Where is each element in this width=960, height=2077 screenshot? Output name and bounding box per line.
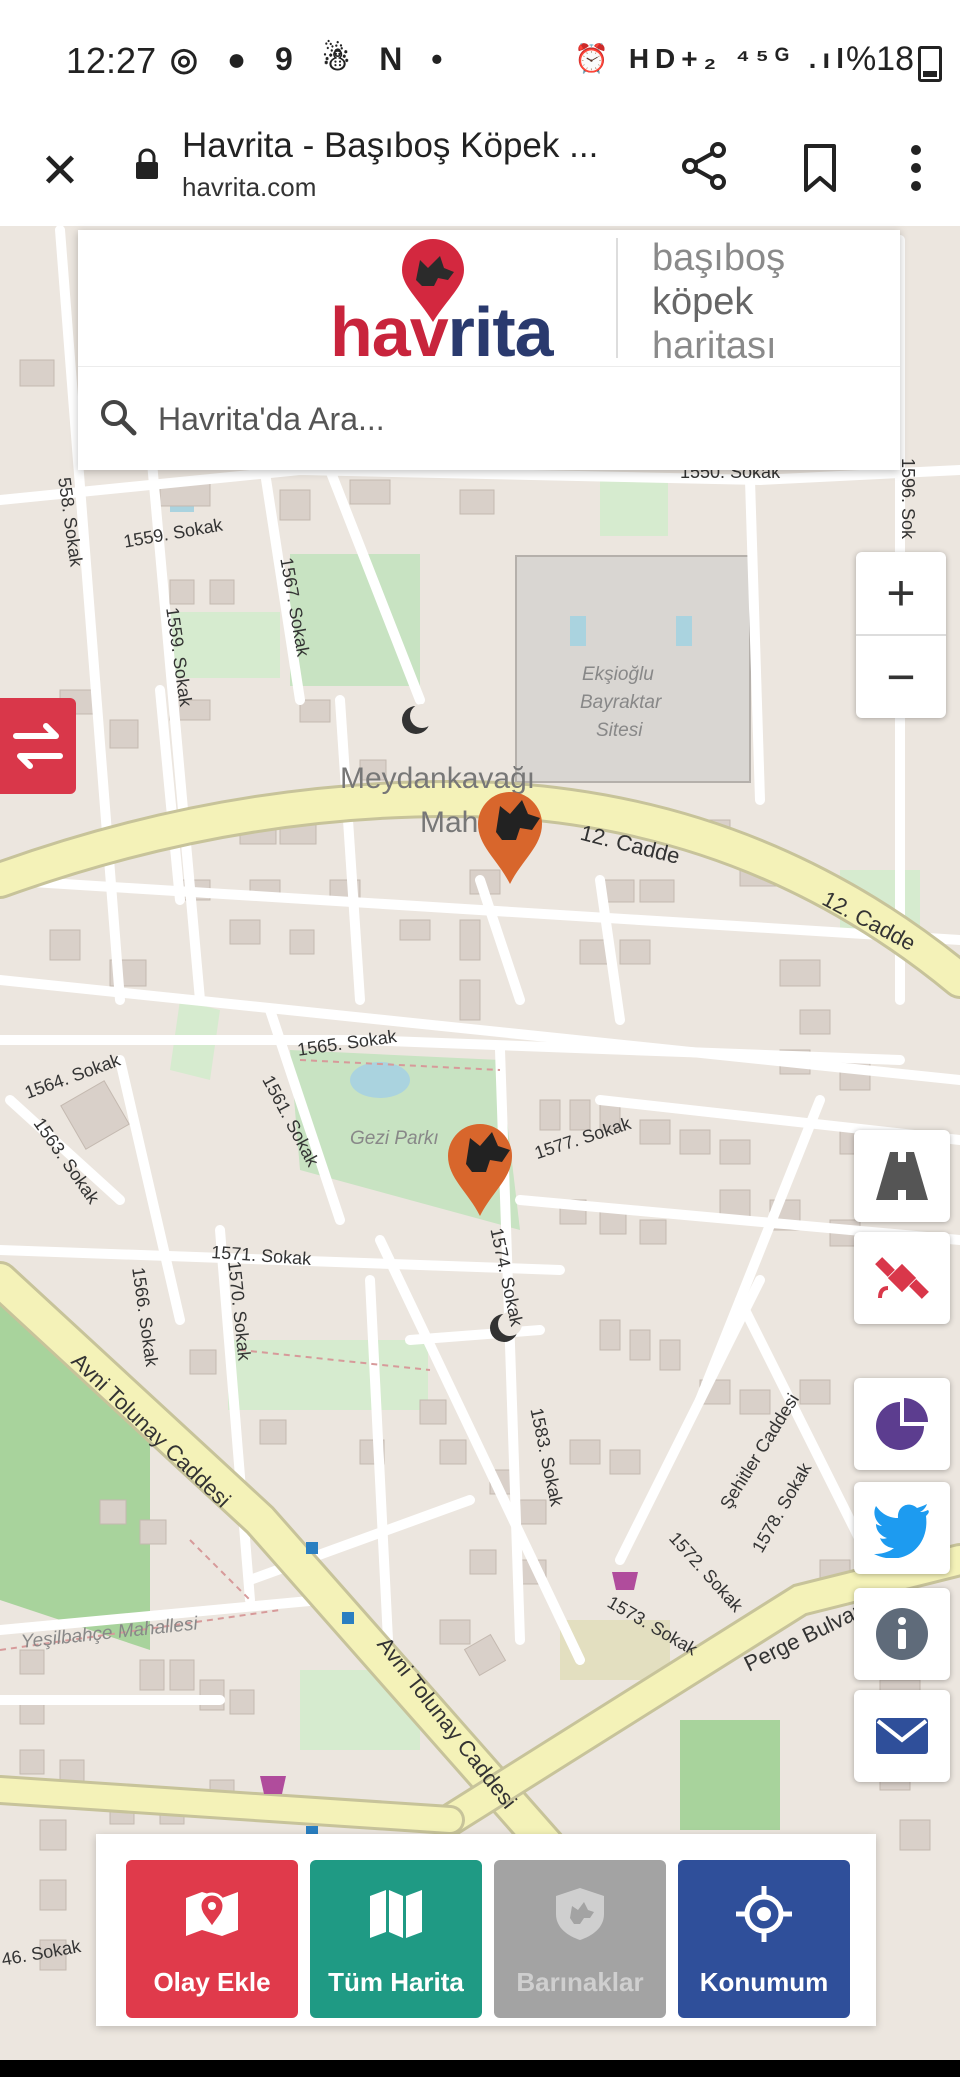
- mail-icon: [876, 1718, 928, 1754]
- havrita-logo[interactable]: havrita: [246, 238, 626, 371]
- zoom-control: + −: [856, 552, 946, 718]
- share-icon[interactable]: [676, 138, 732, 194]
- add-incident-button[interactable]: Olay Ekle: [126, 1860, 298, 2018]
- battery-level: %18: [845, 40, 914, 78]
- road-icon: [876, 1152, 928, 1200]
- phone-screen: 12:27 ◎ ● 9 ☃ N • ⏰ HD+₂ ⁴⁵ᴳ .ıl %18 ✕ H…: [0, 0, 960, 2077]
- dog-marker-icon: [448, 1124, 512, 1216]
- shelters-label: Barınaklar: [516, 1967, 644, 1997]
- place-label: Ekşioğlu: [582, 664, 654, 685]
- bookmark-icon[interactable]: [796, 140, 844, 196]
- dog-report-marker[interactable]: [470, 780, 550, 900]
- twitter-button[interactable]: [854, 1482, 950, 1574]
- search-input[interactable]: [156, 393, 860, 445]
- bottom-action-bar: Olay Ekle Tüm Harita Barınaklar Konumum: [96, 1834, 876, 2026]
- add-incident-label: Olay Ekle: [153, 1967, 271, 1997]
- browser-toolbar: ✕ Havrita - Başıboş Köpek ... havrita.co…: [0, 120, 960, 228]
- battery-icon: [918, 46, 942, 82]
- park-label: Gezi Parkı: [350, 1128, 439, 1149]
- more-menu-icon[interactable]: [896, 138, 936, 198]
- notification-icons: ◎ ● 9 ☃ N •: [170, 41, 453, 77]
- lock-icon: [136, 148, 158, 179]
- logo-wordmark: havrita: [330, 293, 554, 371]
- search-icon: [101, 400, 137, 436]
- info-button[interactable]: [854, 1588, 950, 1680]
- tagline: başıboş köpek haritası: [652, 236, 785, 368]
- my-location-label: Konumum: [699, 1967, 829, 1997]
- satellite-icon: [875, 1257, 929, 1299]
- stats-icon: [876, 1398, 928, 1450]
- place-label: Bayraktar: [580, 692, 662, 713]
- shelter-shield-icon: [556, 1888, 604, 1940]
- satellite-layer-button[interactable]: [854, 1232, 950, 1324]
- status-time: 12:27: [66, 40, 157, 81]
- system-nav-bar: [0, 2060, 960, 2077]
- twitter-icon: [874, 1504, 929, 1558]
- contact-mail-button[interactable]: [854, 1690, 950, 1782]
- dog-report-marker[interactable]: [440, 1112, 520, 1232]
- logo-divider: [616, 238, 618, 358]
- panel-toggle-button[interactable]: [0, 698, 76, 794]
- tagline-line: başıboş: [652, 237, 786, 279]
- search-bar: [78, 366, 900, 471]
- shelters-button[interactable]: Barınaklar: [494, 1860, 666, 2018]
- street-label: 1596. Sok: [898, 458, 918, 540]
- full-map-button[interactable]: Tüm Harita: [310, 1860, 482, 2018]
- road-layer-button[interactable]: [854, 1130, 950, 1222]
- close-tab-button[interactable]: ✕: [30, 142, 90, 202]
- statistics-button[interactable]: [854, 1378, 950, 1470]
- map-icon: [370, 1890, 422, 1938]
- zoom-out-button[interactable]: −: [856, 636, 946, 718]
- swap-arrows-icon: [13, 723, 63, 769]
- place-label: Sitesi: [596, 720, 643, 741]
- info-icon: [876, 1608, 928, 1660]
- system-icons: ⏰ HD+₂ ⁴⁵ᴳ .ıl: [574, 43, 850, 74]
- full-map-label: Tüm Harita: [328, 1967, 464, 1997]
- my-location-button[interactable]: Konumum: [678, 1860, 850, 2018]
- tagline-line: haritası: [652, 325, 777, 367]
- zoom-in-button[interactable]: +: [856, 552, 946, 636]
- page-title: Havrita - Başıboş Köpek ...: [182, 126, 599, 165]
- dog-marker-icon: [478, 792, 542, 884]
- location-target-icon: [736, 1886, 792, 1942]
- status-bar: 12:27 ◎ ● 9 ☃ N • ⏰ HD+₂ ⁴⁵ᴳ .ıl %18: [0, 0, 960, 120]
- map-pin-icon: [186, 1892, 238, 1936]
- tagline-line: köpek: [652, 281, 754, 323]
- header-card: havrita başıboş köpek haritası: [78, 230, 900, 470]
- page-url[interactable]: havrita.com: [182, 172, 316, 203]
